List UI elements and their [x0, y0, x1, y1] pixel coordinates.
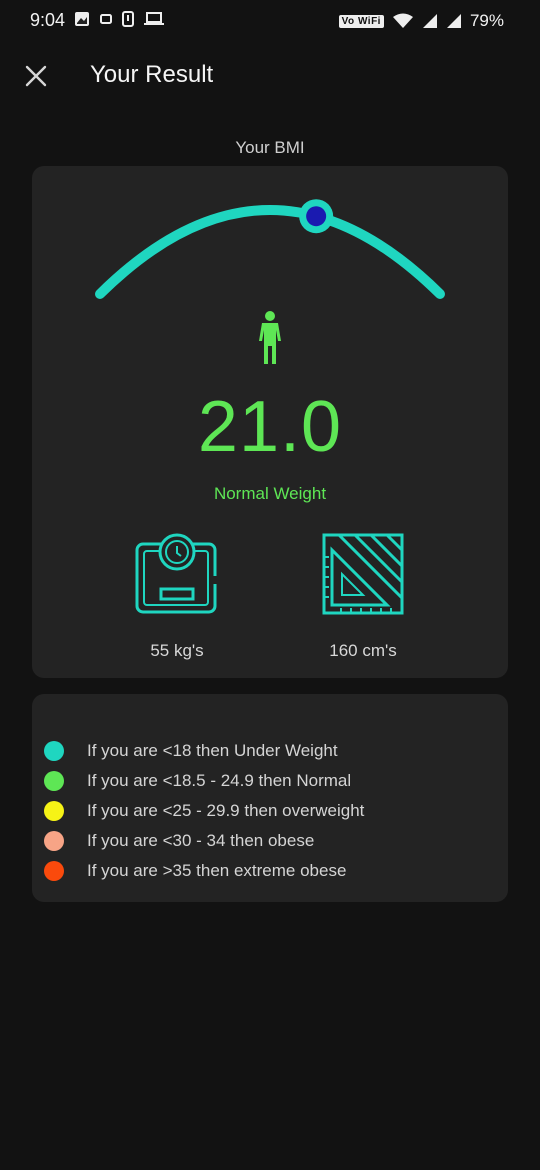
status-bar: 9:04 Vo WiFi 79%: [0, 0, 540, 40]
legend-item-normal: If you are <18.5 - 24.9 then Normal: [44, 766, 364, 796]
bmi-gauge: [95, 199, 445, 299]
gauge-arc: [95, 205, 445, 299]
vowifi-badge: Vo WiFi: [338, 14, 384, 28]
battery-level: 79%: [469, 11, 504, 30]
signal-icon-secondary: [446, 14, 461, 28]
legend-text: If you are >35 then extreme obese: [87, 861, 347, 880]
scale-icon: [135, 533, 217, 614]
photo-notification-icon: [75, 12, 89, 26]
laptop-notification-icon: [144, 12, 164, 25]
signal-icon: [422, 14, 437, 28]
bmi-result-card: 21.0 Normal Weight 55 kg's 160 cm's: [32, 166, 508, 678]
gauge-indicator: [299, 199, 334, 234]
legend-dot: [44, 831, 64, 851]
legend-dot: [44, 861, 64, 881]
bmi-category: Normal Weight: [213, 484, 327, 503]
system-icons: Vo WiFi 79%: [338, 11, 504, 31]
legend-dot: [44, 741, 64, 761]
legend-text: If you are <30 - 34 then obese: [87, 831, 315, 850]
phone-notification-icon: [122, 11, 134, 27]
height-metric: 160 cm's: [283, 532, 443, 661]
legend-dot: [44, 771, 64, 791]
legend-list: If you are <18 then Under Weight If you …: [44, 736, 364, 886]
status-time: 9:04: [30, 10, 66, 30]
weight-label: 55 kg's: [150, 641, 204, 660]
legend-item-overweight: If you are <25 - 29.9 then overweight: [44, 796, 364, 826]
close-button[interactable]: [22, 62, 50, 90]
legend-text: If you are <18 then Under Weight: [87, 741, 338, 760]
wifi-icon: [392, 13, 413, 28]
notification-icons: [74, 11, 164, 27]
bmi-section-label: Your BMI: [235, 138, 305, 157]
legend-item-obese: If you are <30 - 34 then obese: [44, 826, 364, 856]
weight-metric: 55 kg's: [97, 532, 257, 661]
bmi-value: 21.0: [197, 387, 343, 467]
legend-text: If you are <18.5 - 24.9 then Normal: [87, 771, 352, 790]
ruler-icon: [322, 533, 404, 615]
close-icon: [25, 65, 47, 87]
legend-item-extreme-obese: If you are >35 then extreme obese: [44, 856, 364, 886]
height-label: 160 cm's: [329, 641, 397, 660]
legend-dot: [44, 801, 64, 821]
cast-notification-icon: [100, 14, 112, 24]
legend-text: If you are <25 - 29.9 then overweight: [87, 801, 365, 820]
app-bar: Your Result: [0, 46, 540, 106]
bmi-legend-card: If you are <18 then Under Weight If you …: [32, 694, 508, 902]
legend-item-underweight: If you are <18 then Under Weight: [44, 736, 364, 766]
person-icon: [259, 311, 281, 364]
page-title: Your Result: [90, 61, 214, 88]
